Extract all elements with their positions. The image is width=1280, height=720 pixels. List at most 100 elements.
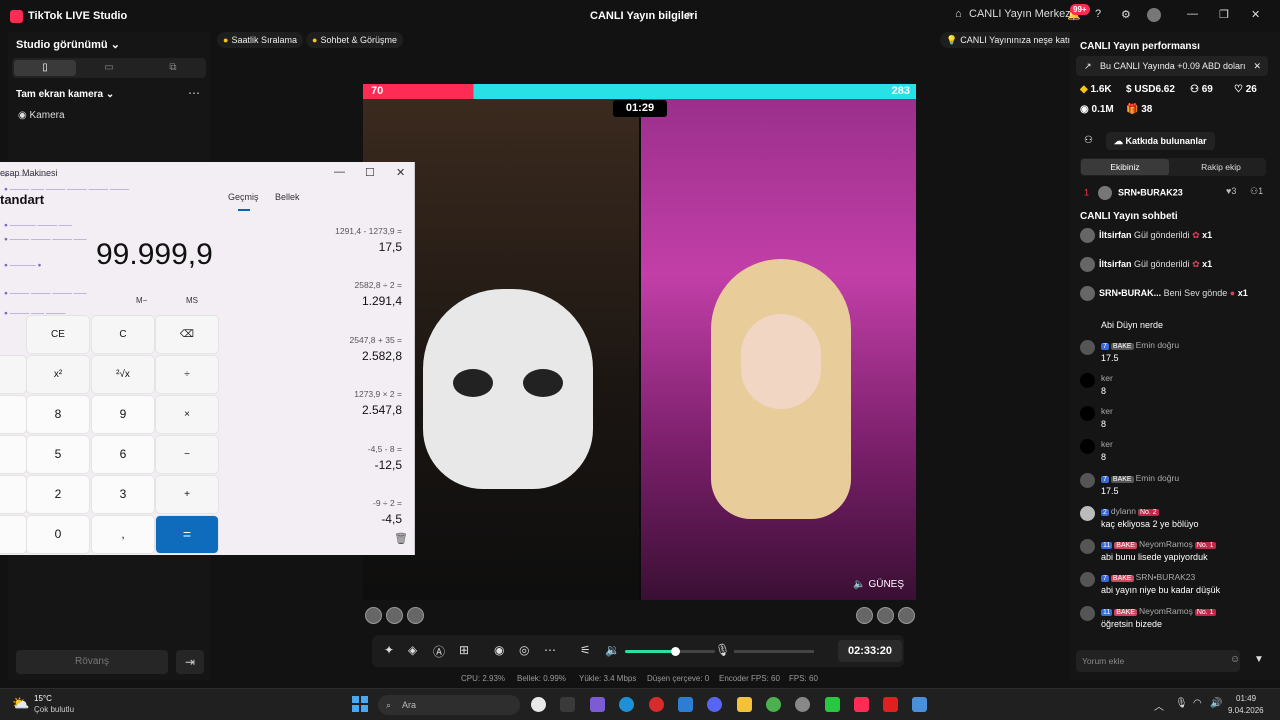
comma-button[interactable]: , bbox=[92, 516, 154, 553]
multiply-button[interactable]: × bbox=[156, 396, 218, 433]
history-entry[interactable]: -4,5 - 8 = -12,5 bbox=[368, 444, 402, 472]
live-center-button[interactable]: CANLI Yayın Merkezi bbox=[969, 8, 1073, 20]
scene-dropdown[interactable]: Tam ekran kamera ⌄ bbox=[16, 89, 114, 100]
history-entry[interactable]: 2547,8 + 35 = 2.582,8 bbox=[350, 335, 402, 363]
overlay-icon[interactable]: ⊞ bbox=[459, 643, 469, 657]
wifi-icon[interactable]: ◠ bbox=[1193, 698, 1202, 709]
tab-your-team[interactable]: Ekibiniz bbox=[1081, 159, 1169, 175]
multi-layout-icon[interactable]: ⧉ bbox=[142, 60, 204, 76]
close-icon[interactable]: ✕ bbox=[1253, 56, 1261, 76]
supporter-avatar[interactable] bbox=[365, 607, 382, 624]
digit-0-button[interactable]: 0 bbox=[27, 516, 89, 553]
digit-6-button[interactable]: 6 bbox=[92, 436, 154, 473]
weather-icon[interactable]: ⛅ bbox=[12, 695, 29, 712]
digit-8-button[interactable]: 8 bbox=[27, 396, 89, 433]
close-icon[interactable]: ✕ bbox=[1251, 8, 1260, 21]
tip-chip[interactable]: 💡 CANLI Yayınınıza neşe katın bbox=[940, 32, 1081, 48]
discord-icon[interactable] bbox=[707, 697, 722, 712]
maximize-icon[interactable]: ☐ bbox=[365, 166, 375, 179]
chrome-icon[interactable] bbox=[531, 697, 546, 712]
ce-button[interactable]: CE bbox=[27, 316, 89, 353]
volume-handle[interactable] bbox=[670, 647, 680, 656]
minus-button[interactable]: − bbox=[156, 436, 218, 473]
chevron-up-icon[interactable]: ︿ bbox=[1154, 698, 1164, 713]
close-icon[interactable]: ✕ bbox=[396, 166, 405, 179]
help-icon[interactable]: ? bbox=[1095, 8, 1101, 20]
rematch-button[interactable]: Rövanş bbox=[16, 650, 168, 674]
more-icon[interactable]: ⋯ bbox=[188, 86, 200, 100]
effects-icon[interactable]: ◈ bbox=[408, 643, 417, 657]
camera-source[interactable]: ◉ Kamera bbox=[18, 110, 65, 121]
live-info-title[interactable]: CANLI Yayın bilgileri bbox=[590, 10, 697, 22]
trash-icon[interactable]: 🗑 bbox=[394, 532, 408, 545]
square-button[interactable]: x² bbox=[27, 356, 89, 393]
history-entry[interactable]: 1273,9 × 2 = 2.547,8 bbox=[354, 389, 402, 417]
key-blank[interactable] bbox=[0, 476, 26, 513]
chrome-alt-icon[interactable] bbox=[766, 697, 781, 712]
landscape-layout-icon[interactable]: ▭ bbox=[78, 60, 140, 76]
windows-start-icon[interactable] bbox=[352, 696, 368, 712]
digit-3-button[interactable]: 3 bbox=[92, 476, 154, 513]
digit-2-button[interactable]: 2 bbox=[27, 476, 89, 513]
clock-date[interactable]: 9.04.2026 bbox=[1228, 706, 1264, 715]
history-entry[interactable]: -9 ÷ 2 = -4,5 bbox=[373, 498, 402, 526]
comment-input[interactable]: Yorum ekle bbox=[1076, 650, 1240, 672]
settings-app-icon[interactable] bbox=[795, 697, 810, 712]
studio-view-dropdown[interactable]: Studio görünümü ⌄ bbox=[16, 38, 120, 51]
mixer-icon[interactable]: ⚟ bbox=[580, 643, 591, 657]
history-entry[interactable]: 1291,4 - 1273,9 = 17,5 bbox=[335, 226, 402, 254]
chat-meeting-chip[interactable]: ● Sohbet & Görüşme bbox=[306, 32, 403, 48]
user-add-icon[interactable]: ⚇ bbox=[1084, 135, 1093, 146]
capture-icon[interactable]: ◎ bbox=[519, 643, 529, 657]
record-icon[interactable]: ◉ bbox=[494, 643, 504, 657]
tab-history[interactable]: Geçmiş bbox=[228, 192, 259, 202]
memory-minus-button[interactable]: M− bbox=[136, 296, 147, 305]
exit-icon[interactable]: ⇥ bbox=[176, 650, 204, 674]
supporter-avatar[interactable] bbox=[856, 607, 873, 624]
speaker-icon[interactable]: 🔊 bbox=[1210, 698, 1222, 709]
calculator-icon[interactable] bbox=[912, 697, 927, 712]
backspace-icon[interactable]: ⌫ bbox=[156, 316, 218, 353]
search-input[interactable]: ⌕ Ara bbox=[378, 695, 520, 715]
gear-icon[interactable]: ⚙ bbox=[1121, 8, 1131, 21]
taskview-icon[interactable] bbox=[560, 697, 575, 712]
hourly-ranking-chip[interactable]: ● Saatlik Sıralama bbox=[217, 32, 303, 48]
app-icon[interactable] bbox=[825, 697, 840, 712]
history-entry[interactable]: 2582,8 ÷ 2 = 1.291,4 bbox=[355, 280, 402, 308]
supporter-avatar[interactable] bbox=[898, 607, 915, 624]
tab-rival-team[interactable]: Rakip ekip bbox=[1177, 159, 1265, 175]
microphone-icon[interactable]: 🎙 bbox=[1175, 698, 1188, 709]
key-blank[interactable] bbox=[0, 516, 26, 553]
tiktok-icon[interactable] bbox=[854, 697, 869, 712]
clock-time[interactable]: 01:49 bbox=[1236, 694, 1256, 703]
plus-button[interactable]: + bbox=[156, 476, 218, 513]
teams-icon[interactable] bbox=[590, 697, 605, 712]
ai-icon[interactable]: Ⓐ bbox=[433, 643, 445, 660]
folder-icon[interactable] bbox=[737, 697, 752, 712]
home-icon[interactable]: ⌂ bbox=[955, 8, 962, 20]
supporter-avatar[interactable] bbox=[386, 607, 403, 624]
portrait-layout-icon[interactable]: ▯ bbox=[14, 60, 76, 76]
mic-slider[interactable] bbox=[734, 650, 814, 653]
key-blank[interactable] bbox=[0, 396, 26, 433]
memory-store-button[interactable]: MS bbox=[186, 296, 198, 305]
magic-wand-icon[interactable]: ✦ bbox=[384, 643, 394, 657]
maximize-icon[interactable]: ❐ bbox=[1219, 8, 1229, 21]
edit-icon[interactable]: ⇗ bbox=[683, 9, 692, 22]
avatar[interactable] bbox=[1147, 8, 1161, 22]
digit-5-button[interactable]: 5 bbox=[27, 436, 89, 473]
supporter-avatar[interactable] bbox=[407, 607, 424, 624]
volume-slider[interactable] bbox=[625, 647, 715, 656]
clear-button[interactable]: C bbox=[92, 316, 154, 353]
contributor-row[interactable]: 1 SRN•BURAK23 ♥3 ⚇1 bbox=[1084, 186, 1263, 200]
emoji-icon[interactable]: ☺ bbox=[1230, 654, 1240, 665]
youtube-icon[interactable] bbox=[883, 697, 898, 712]
filter-icon[interactable]: ▼ bbox=[1254, 654, 1264, 665]
contributors-button[interactable]: ☁ Katkıda bulunanlar bbox=[1106, 132, 1215, 150]
calculator-mode[interactable]: tandart bbox=[0, 192, 44, 207]
opera-icon[interactable] bbox=[649, 697, 664, 712]
more-icon[interactable]: ⋯ bbox=[544, 643, 556, 657]
key-blank[interactable] bbox=[0, 436, 26, 473]
edge-icon[interactable] bbox=[619, 697, 634, 712]
microphone-icon[interactable]: 🎙 bbox=[715, 643, 730, 657]
